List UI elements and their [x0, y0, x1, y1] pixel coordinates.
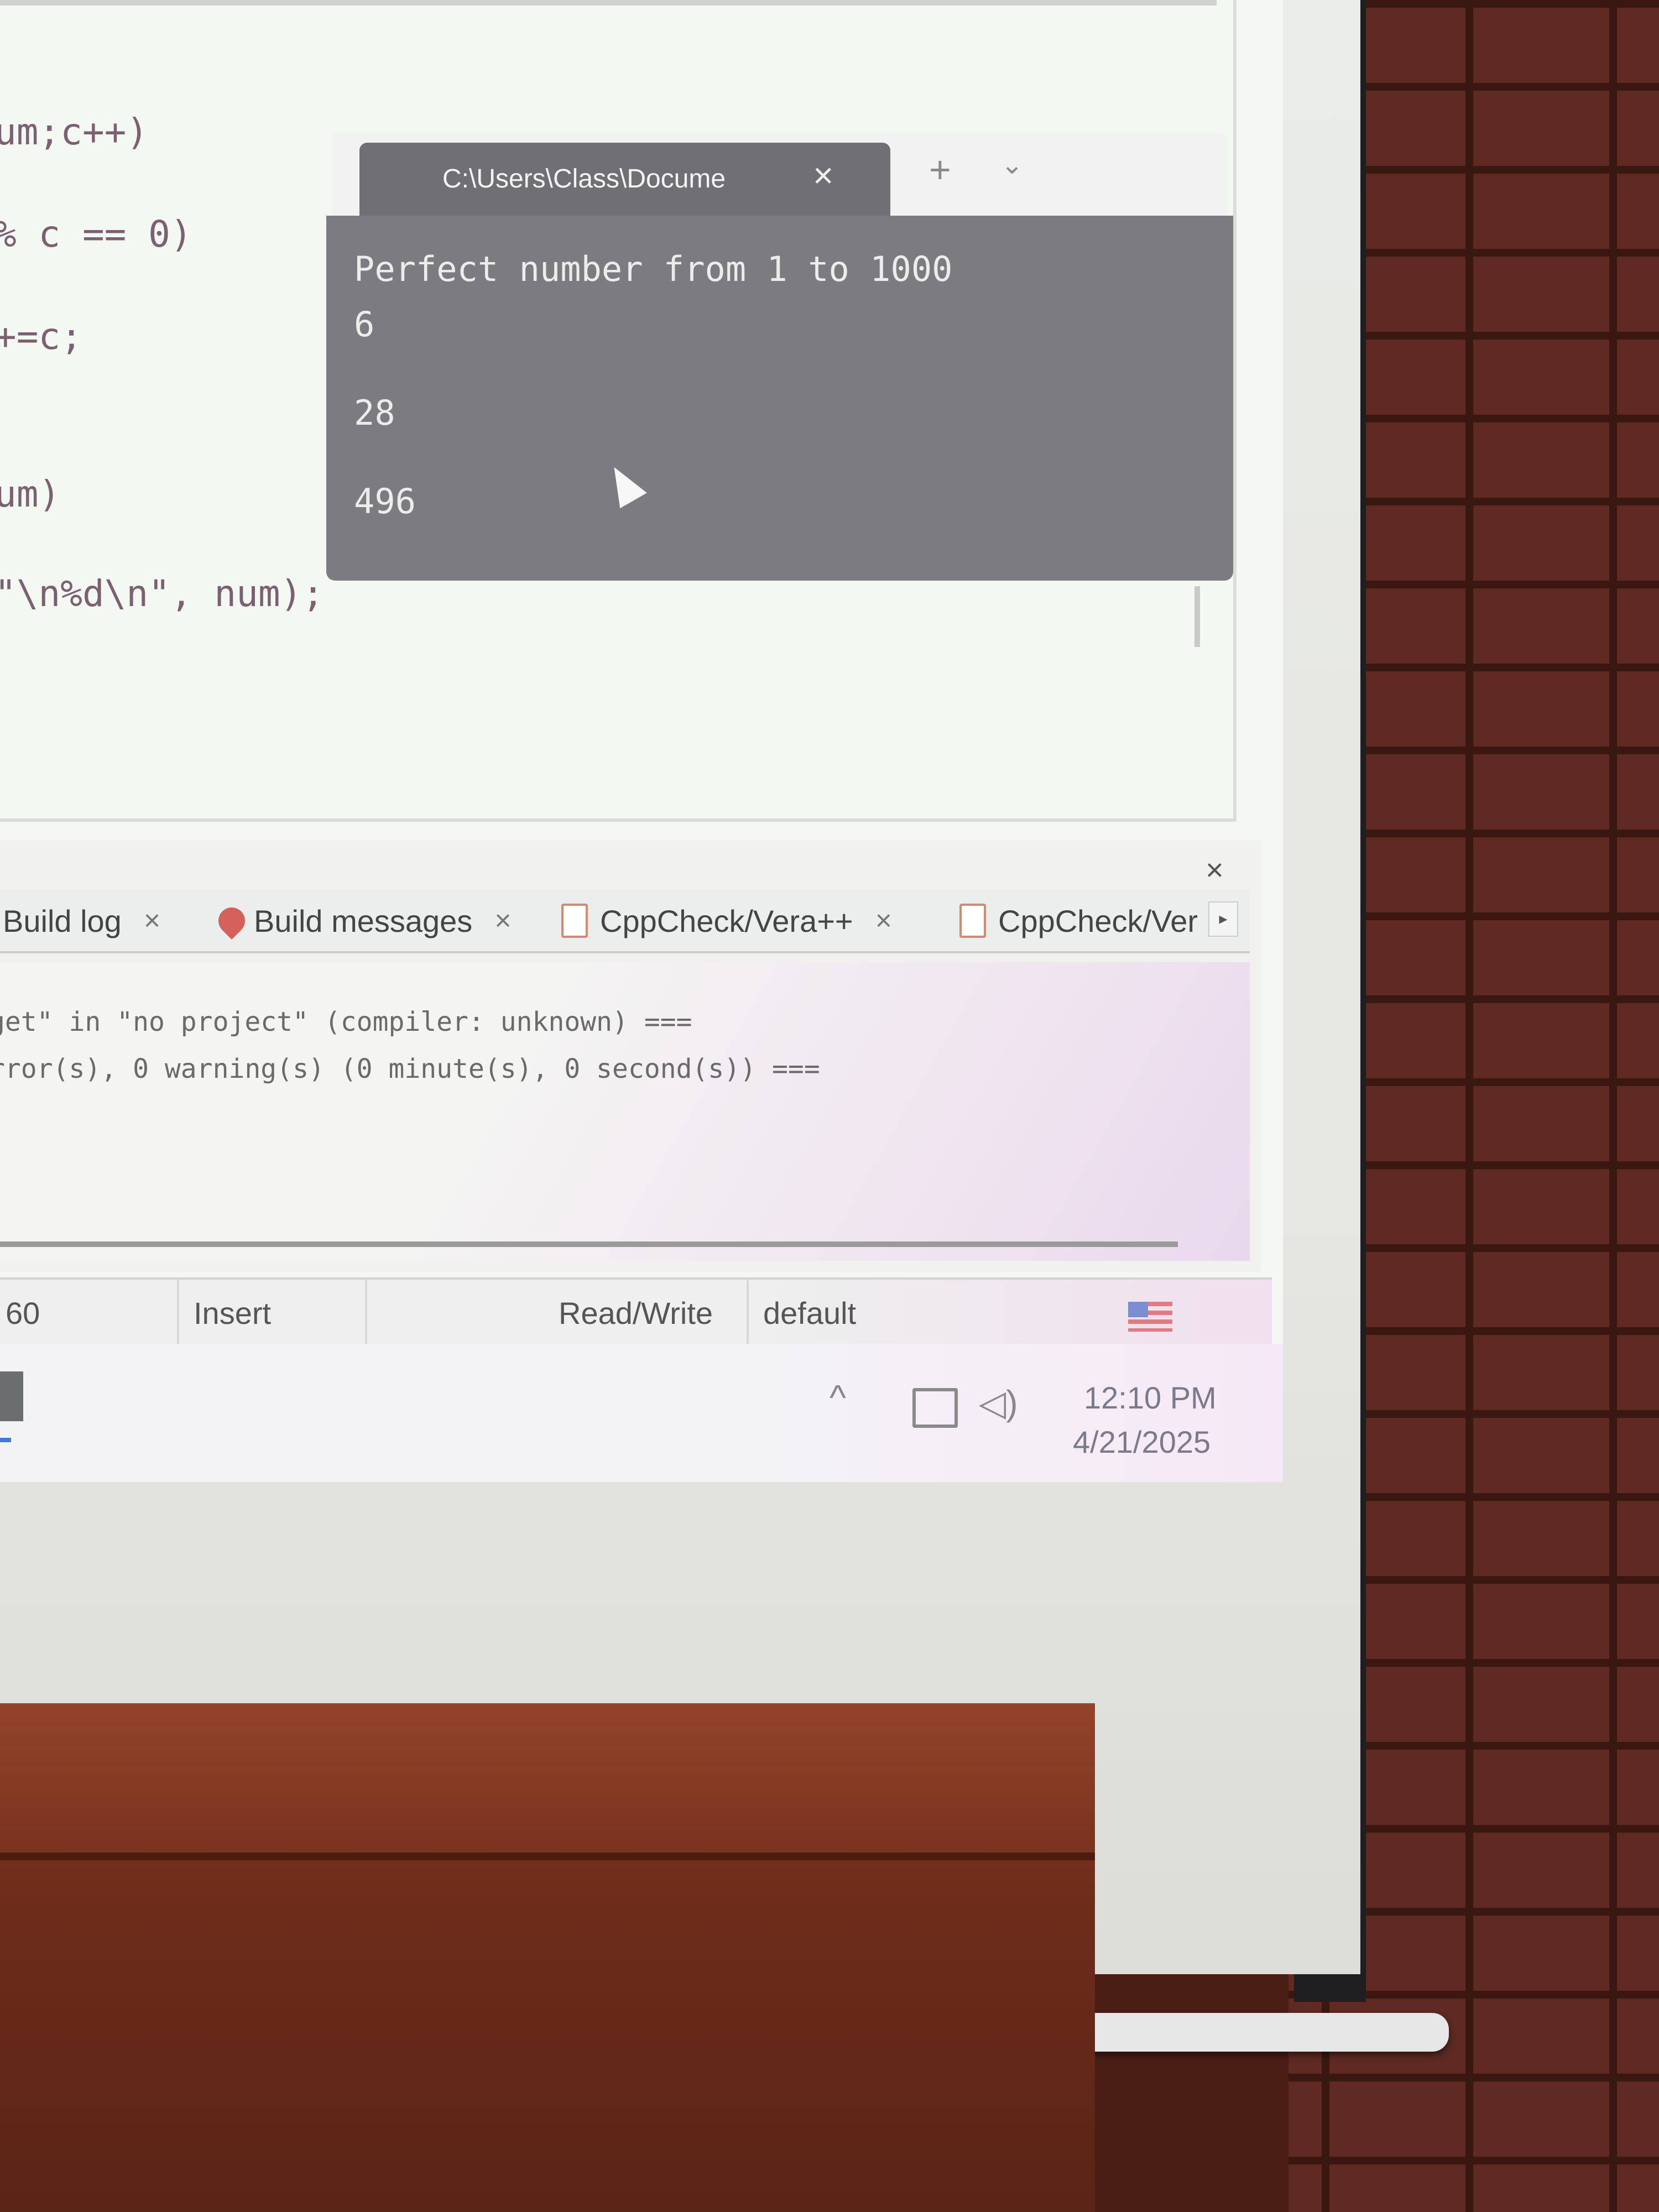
code-line: "\n%d\n", num);: [0, 572, 324, 615]
projected-desktop: um;c++) % c == 0) +=c; um) "\n%d\n", num…: [0, 0, 1283, 1482]
close-icon[interactable]: ×: [875, 904, 892, 937]
tab-label: CppCheck/Vera++: [600, 903, 853, 938]
output-line: 28: [354, 393, 395, 433]
us-flag-icon: [1128, 1302, 1172, 1332]
projection-screen: um;c++) % c == 0) +=c; um) "\n%d\n", num…: [0, 0, 1360, 1974]
close-icon[interactable]: ×: [813, 155, 833, 196]
code-line-text: um): [0, 473, 61, 515]
editor-top-border: [0, 0, 1217, 6]
log-line: get" in "no project" (compiler: unknown)…: [0, 1006, 692, 1037]
code-line-text: um;c++): [0, 111, 149, 153]
code-line-text: +=c;: [0, 315, 82, 358]
document-edit-icon: [561, 904, 588, 938]
volume-icon[interactable]: ◁): [979, 1383, 1018, 1424]
tab-cppcheck-vera-2[interactable]: CppCheck/Ver: [959, 890, 1203, 951]
taskbar: ^ ◁) 12:10 PM 4/21/2025: [0, 1344, 1283, 1482]
tab-label: Build log: [3, 903, 122, 938]
tab-build-messages[interactable]: Build messages ×: [213, 890, 512, 951]
console-tab[interactable]: C:\Users\Class\Docume ×: [359, 143, 890, 220]
close-icon[interactable]: ×: [494, 904, 511, 937]
wooden-podium: [0, 1703, 1095, 2212]
active-app-indicator: [0, 1438, 11, 1442]
console-tab-title: C:\Users\Class\Docume: [442, 164, 726, 194]
console-window[interactable]: C:\Users\Class\Docume × + ⌄ Perfect numb…: [326, 133, 1233, 581]
status-access: Read/Write: [553, 1280, 749, 1346]
code-line-text: "\n%d\n", num);: [0, 572, 325, 615]
screen-roller-bar: [1051, 2013, 1449, 2052]
output-line: 6: [354, 304, 375, 345]
podium-top: [0, 1703, 1095, 1860]
close-icon[interactable]: ×: [1206, 852, 1224, 888]
status-position: 60: [0, 1280, 179, 1346]
close-icon[interactable]: ×: [144, 904, 160, 937]
clock-time[interactable]: 12:10 PM: [1084, 1380, 1217, 1416]
output-line: 496: [354, 481, 416, 521]
console-output: Perfect number from 1 to 1000 6 28 496: [326, 216, 1233, 581]
code-line: +=c;: [0, 315, 82, 358]
logs-horizontal-scrollbar[interactable]: [0, 1241, 1178, 1247]
document-edit-icon: [959, 904, 986, 938]
output-line: Perfect number from 1 to 1000: [354, 249, 953, 289]
tab-scroll-right-icon[interactable]: ▸: [1208, 901, 1238, 937]
build-messages-icon: [213, 902, 251, 940]
tab-label: CppCheck/Ver: [998, 903, 1198, 938]
code-line: % c == 0): [0, 213, 192, 255]
tab-cppcheck-vera[interactable]: CppCheck/Vera++ ×: [561, 890, 892, 951]
clock-date[interactable]: 4/21/2025: [1073, 1424, 1211, 1460]
log-line: rror(s), 0 warning(s) (0 minute(s), 0 se…: [0, 1053, 820, 1084]
mouse-cursor-icon: [601, 459, 647, 509]
status-mode: Insert: [188, 1280, 367, 1346]
logs-panel: × Build log × Build messages × CppCheck/…: [0, 841, 1261, 1272]
tab-build-log[interactable]: Build log ×: [3, 890, 160, 951]
chevron-down-icon[interactable]: ⌄: [1001, 149, 1023, 180]
network-icon[interactable]: [912, 1388, 958, 1428]
console-tab-bar: C:\Users\Class\Docume × + ⌄: [332, 133, 1228, 220]
status-bar: 60 Insert Read/Write default: [0, 1277, 1272, 1346]
code-line-text: % c == 0): [0, 213, 192, 255]
code-line: um): [0, 473, 60, 515]
tab-label: Build messages: [254, 903, 473, 938]
new-tab-icon[interactable]: +: [929, 148, 951, 191]
logs-tab-bar: Build log × Build messages × CppCheck/Ve…: [0, 890, 1250, 953]
code-line: um;c++): [0, 111, 148, 153]
taskbar-app-icon[interactable]: [0, 1371, 23, 1421]
editor-scrollbar[interactable]: [1194, 586, 1200, 647]
status-profile: default: [763, 1295, 857, 1331]
tray-chevron-up-icon[interactable]: ^: [830, 1377, 846, 1418]
log-output[interactable]: get" in "no project" (compiler: unknown)…: [0, 962, 1250, 1261]
